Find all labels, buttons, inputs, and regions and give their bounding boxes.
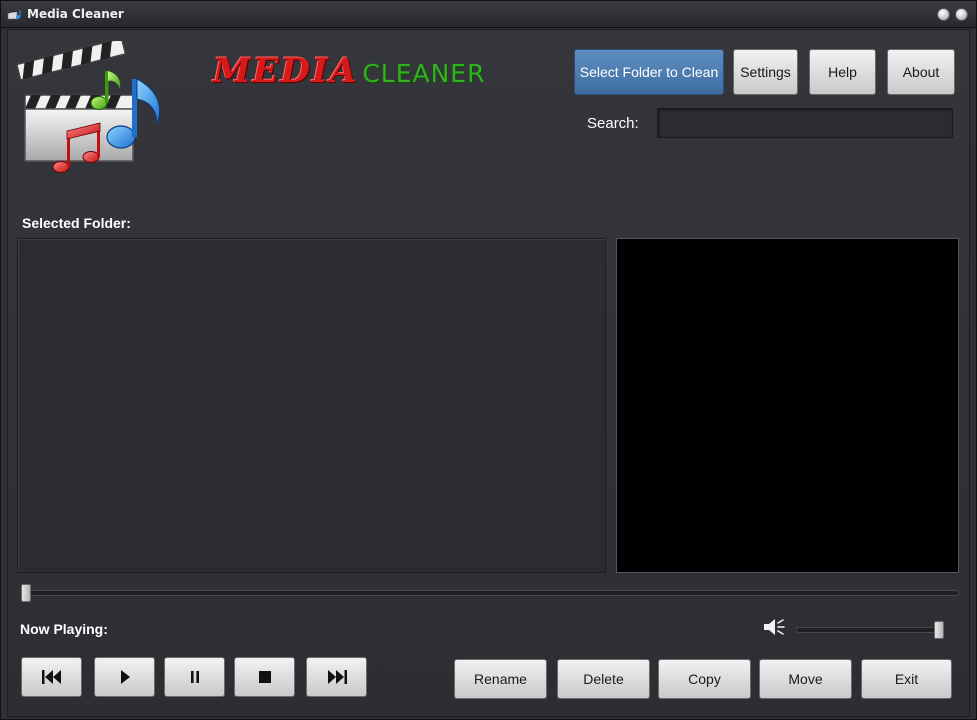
close-button[interactable] (955, 8, 968, 21)
search-input[interactable] (657, 108, 953, 138)
stop-icon (258, 671, 271, 683)
pause-icon (190, 671, 199, 683)
stop-button[interactable] (234, 657, 295, 697)
search-label: Search: (587, 115, 639, 132)
seek-slider[interactable] (19, 590, 959, 596)
volume-slider[interactable] (796, 627, 944, 633)
pause-button[interactable] (164, 657, 225, 697)
now-playing-label: Now Playing: (20, 621, 108, 637)
seek-slider-thumb[interactable] (21, 584, 31, 602)
brand-title: MEDIA CLEANER (213, 51, 485, 91)
video-preview[interactable] (616, 238, 959, 573)
play-button[interactable] (94, 657, 155, 697)
speaker-icon[interactable] (762, 617, 788, 637)
select-folder-button[interactable]: Select Folder to Clean (574, 49, 724, 95)
exit-button[interactable]: Exit (861, 659, 952, 699)
next-button[interactable] (306, 657, 367, 697)
help-button[interactable]: Help (809, 49, 876, 95)
skip-forward-icon (327, 670, 347, 684)
about-button[interactable]: About (887, 49, 955, 95)
window-title: Media Cleaner (27, 7, 124, 21)
skip-back-icon (41, 670, 61, 684)
move-button[interactable]: Move (759, 659, 852, 699)
rename-button[interactable]: Rename (454, 659, 547, 699)
brand-cleaner-text: CLEANER (362, 59, 486, 88)
brand-media-text: MEDIA (213, 51, 359, 91)
minimize-button[interactable] (937, 8, 950, 21)
play-icon (120, 670, 130, 684)
delete-button[interactable]: Delete (557, 659, 650, 699)
volume-slider-thumb[interactable] (934, 621, 944, 639)
file-list[interactable] (17, 238, 606, 573)
app-window: Media Cleaner MEDIA CLEANER Select Folde… (0, 0, 977, 720)
clapperboard-music-icon (17, 41, 160, 173)
selected-folder-label: Selected Folder: (22, 215, 131, 231)
copy-button[interactable]: Copy (658, 659, 751, 699)
title-bar[interactable]: Media Cleaner (1, 1, 976, 28)
app-icon (7, 10, 21, 20)
settings-button[interactable]: Settings (733, 49, 798, 95)
previous-button[interactable] (21, 657, 82, 697)
